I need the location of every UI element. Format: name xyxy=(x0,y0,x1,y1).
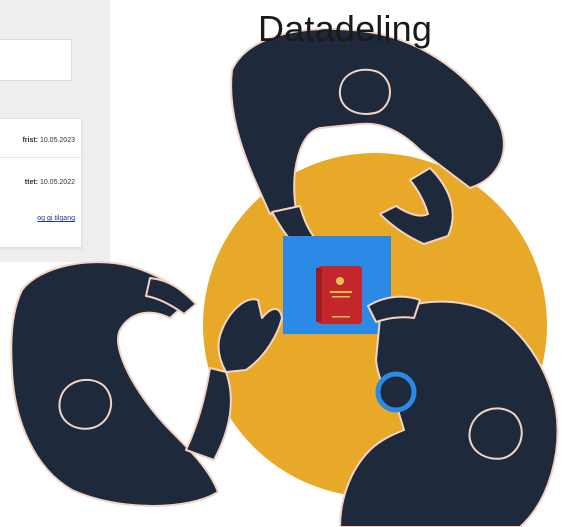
coffee-cup-icon xyxy=(375,371,417,413)
data-sharing-illustration xyxy=(10,27,559,527)
page-title: Datadeling xyxy=(258,8,433,49)
red-law-book-icon xyxy=(316,266,362,324)
stage: frist: 10.05.2023 ttet: 10.05.2022 og gi… xyxy=(0,0,562,527)
